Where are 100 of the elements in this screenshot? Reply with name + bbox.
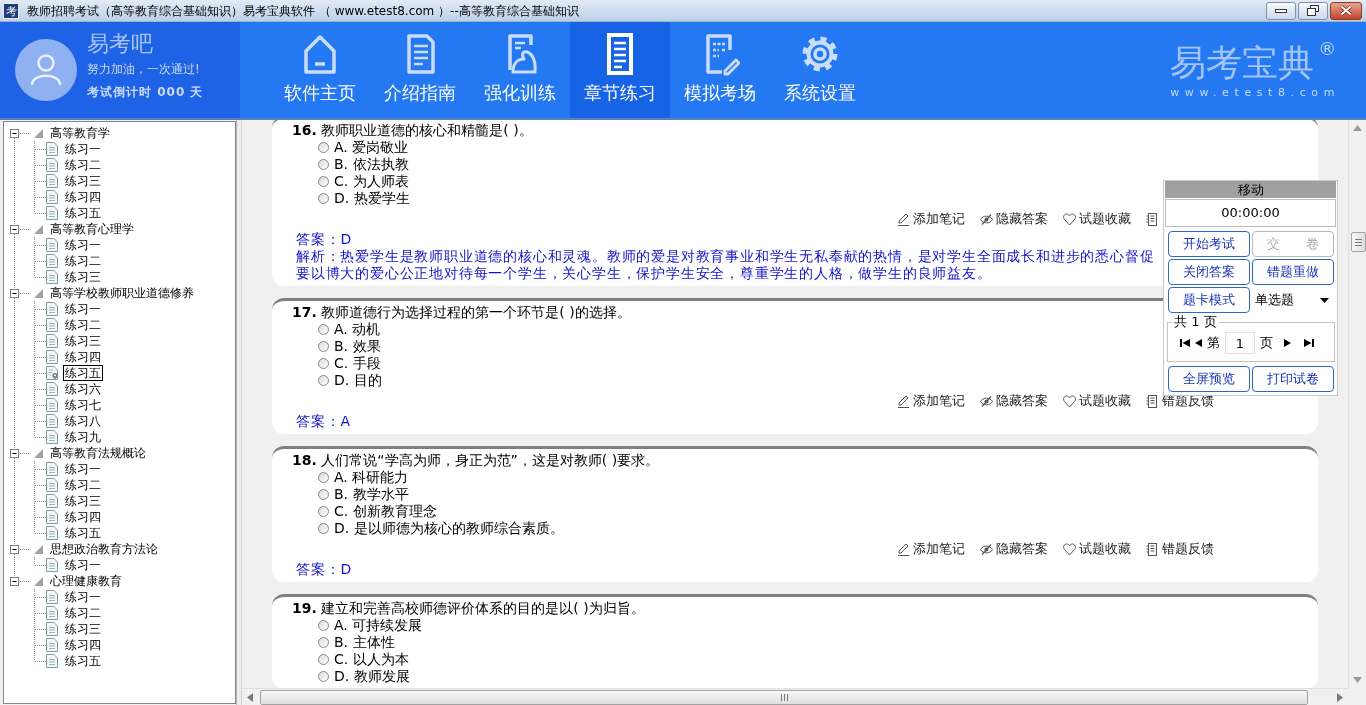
tree-item[interactable]: 练习二 [63, 253, 103, 269]
tree-item[interactable]: 练习七 [63, 397, 103, 413]
vertical-scrollbar[interactable] [1348, 120, 1366, 689]
radio-icon[interactable] [318, 193, 329, 204]
tree-item[interactable]: 练习一 [63, 301, 103, 317]
action-link[interactable]: 添加笔记 [897, 209, 965, 229]
last-page-icon[interactable] [1304, 339, 1314, 347]
radio-icon[interactable] [318, 620, 329, 631]
radio-option[interactable]: A. 动机 [318, 321, 381, 338]
action-link[interactable]: 添加笔记 [897, 539, 965, 559]
tree-item[interactable]: 高等教育心理学 [48, 221, 136, 237]
action-link[interactable]: 隐藏答案 [980, 209, 1048, 229]
tree-item[interactable]: 练习四 [63, 509, 103, 525]
radio-option[interactable]: C. 手段 [318, 355, 381, 372]
action-link[interactable]: 隐藏答案 [980, 391, 1048, 411]
scroll-left-icon[interactable] [247, 692, 253, 702]
tree-item[interactable]: 练习二 [63, 157, 103, 173]
radio-icon[interactable] [318, 176, 329, 187]
first-page-icon[interactable] [1180, 339, 1190, 347]
scroll-up-icon[interactable] [1353, 125, 1362, 131]
tree-item[interactable]: 练习一 [63, 461, 103, 477]
tree-item[interactable]: 练习六 [63, 381, 103, 397]
panel-button[interactable]: 全屏预览 [1168, 366, 1250, 392]
radio-option[interactable]: D. 教师发展 [318, 668, 410, 685]
tree-item[interactable]: 思想政治教育方法论 [48, 541, 160, 557]
radio-option[interactable]: A. 爱岗敬业 [318, 139, 409, 156]
tree-item[interactable]: 练习二 [63, 477, 103, 493]
panel-button[interactable]: 错题重做 [1252, 259, 1334, 285]
nav-tab[interactable]: 模拟考场 [670, 22, 770, 118]
tree-item[interactable]: 练习一 [63, 141, 103, 157]
tree-item[interactable]: 心理健康教育 [48, 573, 124, 589]
radio-icon[interactable] [318, 637, 329, 648]
panel-title-bar[interactable]: 移动 [1165, 181, 1336, 198]
document-icon[interactable] [1146, 212, 1159, 226]
nav-tab[interactable]: 强化训练 [470, 22, 570, 118]
nav-tab[interactable]: 章节练习 [570, 22, 670, 118]
tree-item[interactable]: 练习三 [63, 621, 103, 637]
tree-item[interactable]: 练习三 [63, 269, 103, 285]
tree-item[interactable]: 高等学校教师职业道德修养 [48, 285, 196, 301]
radio-option[interactable]: C. 创新教育理念 [318, 503, 437, 520]
radio-option[interactable]: A. 科研能力 [318, 469, 409, 486]
radio-icon[interactable] [318, 506, 329, 517]
radio-icon[interactable] [318, 472, 329, 483]
tree-item[interactable]: 练习五 [63, 365, 103, 381]
action-link[interactable]: 试题收藏 [1063, 209, 1131, 229]
tree-item[interactable]: 练习二 [63, 317, 103, 333]
close-button[interactable] [1330, 1, 1362, 20]
nav-tab[interactable]: 系统设置 [770, 22, 870, 118]
tree-item[interactable]: 练习三 [63, 493, 103, 509]
minimize-button[interactable] [1266, 1, 1296, 20]
action-link[interactable]: 试题收藏 [1063, 391, 1131, 411]
tree-item[interactable]: 练习四 [63, 637, 103, 653]
tree-item[interactable]: 练习五 [63, 205, 103, 221]
scroll-down-icon[interactable] [1353, 677, 1362, 684]
radio-icon[interactable] [318, 142, 329, 153]
scroll-right-icon[interactable] [1337, 692, 1343, 702]
pane-splitter[interactable] [236, 120, 242, 705]
tree-item[interactable]: 练习一 [63, 589, 103, 605]
panel-button[interactable]: 关闭答案 [1168, 259, 1250, 285]
radio-option[interactable]: A. 可持续发展 [318, 617, 423, 634]
nav-tab[interactable]: 介绍指南 [370, 22, 470, 118]
tree-item[interactable]: 练习三 [63, 173, 103, 189]
panel-button[interactable]: 题卡模式 [1168, 287, 1250, 313]
tree-item[interactable]: 练习八 [63, 413, 103, 429]
radio-option[interactable]: B. 教学水平 [318, 486, 409, 503]
scroll-thumb[interactable] [1350, 232, 1366, 252]
panel-button[interactable]: 打印试卷 [1252, 366, 1334, 392]
radio-icon[interactable] [318, 375, 329, 386]
tree-item[interactable]: 高等教育学 [48, 125, 112, 141]
page-input[interactable]: 1 [1225, 332, 1255, 354]
tree-item[interactable]: 练习二 [63, 605, 103, 621]
radio-option[interactable]: B. 效果 [318, 338, 381, 355]
tree-item[interactable]: 练习四 [63, 189, 103, 205]
tree-item[interactable]: 练习五 [63, 525, 103, 541]
action-link[interactable]: 试题收藏 [1063, 539, 1131, 559]
previous-page-icon[interactable] [1195, 339, 1202, 347]
radio-icon[interactable] [318, 671, 329, 682]
action-link[interactable]: 添加笔记 [897, 391, 965, 411]
radio-option[interactable]: B. 依法执教 [318, 156, 409, 173]
radio-icon[interactable] [318, 341, 329, 352]
next-page-icon[interactable] [1284, 339, 1291, 347]
radio-icon[interactable] [318, 654, 329, 665]
radio-option[interactable]: D. 是以师德为核心的教师综合素质。 [318, 520, 564, 537]
tree-item[interactable]: 练习五 [63, 653, 103, 669]
radio-icon[interactable] [318, 523, 329, 534]
question-type-select[interactable]: 单选题 [1252, 287, 1334, 313]
radio-icon[interactable] [318, 358, 329, 369]
radio-option[interactable]: C. 以人为本 [318, 651, 409, 668]
tree-item[interactable]: 练习三 [63, 333, 103, 349]
radio-option[interactable]: D. 目的 [318, 372, 382, 389]
radio-option[interactable]: B. 主体性 [318, 634, 395, 651]
radio-icon[interactable] [318, 489, 329, 500]
tree-item[interactable]: 练习九 [63, 429, 103, 445]
restore-button[interactable] [1298, 1, 1328, 20]
radio-option[interactable]: C. 为人师表 [318, 173, 409, 190]
tree-item[interactable]: 练习四 [63, 349, 103, 365]
tree-item[interactable]: 练习一 [63, 237, 103, 253]
radio-icon[interactable] [318, 324, 329, 335]
radio-icon[interactable] [318, 159, 329, 170]
action-link[interactable]: 隐藏答案 [980, 539, 1048, 559]
